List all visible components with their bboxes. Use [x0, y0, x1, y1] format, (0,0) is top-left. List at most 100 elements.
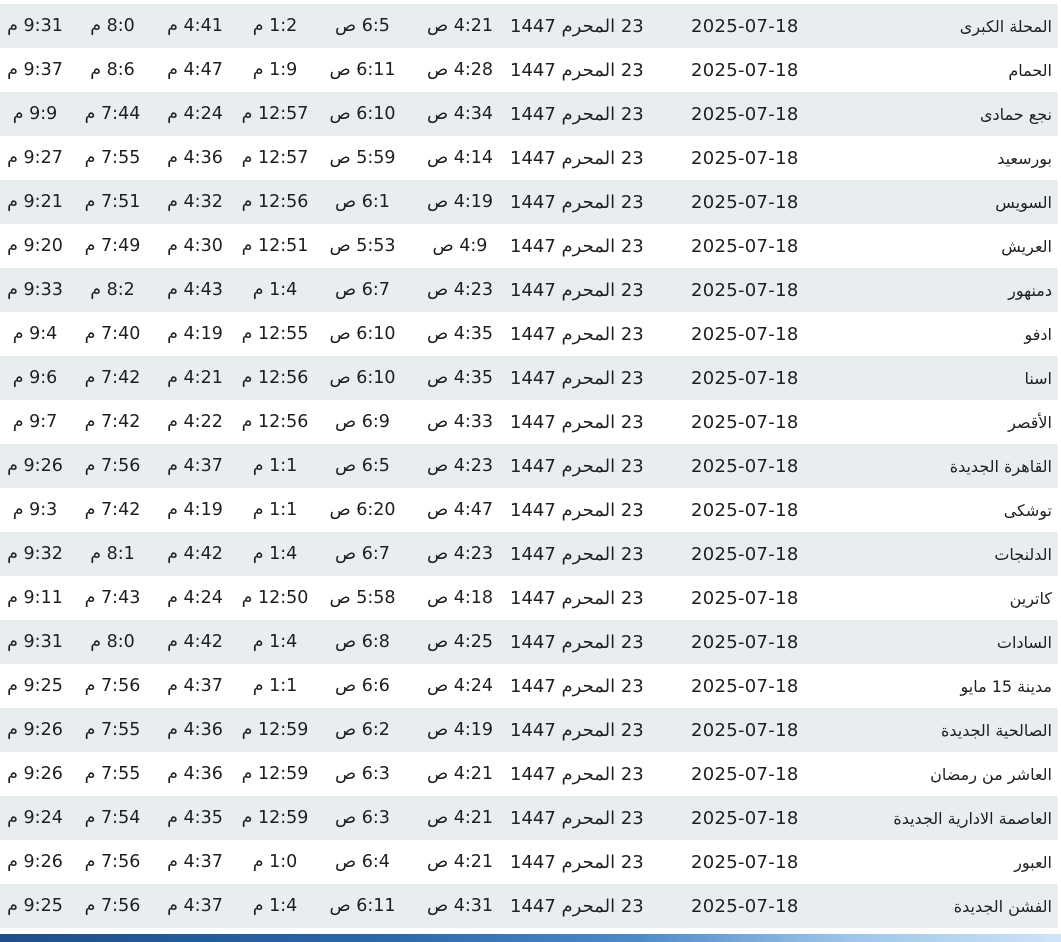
hijri-date: 23 المحرم 1447	[510, 752, 683, 796]
table-row: العاشر من رمضان 2025-07-18 23 المحرم 1447 4…	[0, 752, 1058, 796]
asr-time: 4:36 م	[155, 708, 235, 752]
dhuhr-time: 12:59 م	[235, 796, 315, 840]
gregorian-date: 2025-07-18	[683, 884, 846, 928]
asr-time: 4:36 م	[155, 752, 235, 796]
city-name: الأقصر	[846, 400, 1058, 444]
gregorian-date: 2025-07-18	[683, 840, 846, 884]
city-name: كاترين	[846, 576, 1058, 620]
maghrib-time: 7:55 م	[70, 136, 155, 180]
asr-time: 4:42 م	[155, 620, 235, 664]
dhuhr-time: 1:4 م	[235, 268, 315, 312]
asr-time: 4:21 م	[155, 356, 235, 400]
sunrise-time: 6:8 ص	[315, 620, 410, 664]
isha-time: 9:31 م	[0, 4, 70, 48]
sunrise-time: 6:7 ص	[315, 532, 410, 576]
sunrise-time: 5:58 ص	[315, 576, 410, 620]
maghrib-time: 7:49 م	[70, 224, 155, 268]
isha-time: 9:27 م	[0, 136, 70, 180]
hijri-date: 23 المحرم 1447	[510, 840, 683, 884]
sunrise-time: 6:3 ص	[315, 752, 410, 796]
asr-time: 4:37 م	[155, 840, 235, 884]
maghrib-time: 7:42 م	[70, 488, 155, 532]
asr-time: 4:24 م	[155, 92, 235, 136]
asr-time: 4:42 م	[155, 532, 235, 576]
gregorian-date: 2025-07-18	[683, 268, 846, 312]
hijri-date: 23 المحرم 1447	[510, 444, 683, 488]
maghrib-time: 8:2 م	[70, 268, 155, 312]
table-row: دمنهور 2025-07-18 23 المحرم 1447 4:23 ص 6:7 …	[0, 268, 1058, 312]
isha-time: 9:6 م	[0, 356, 70, 400]
asr-time: 4:32 م	[155, 180, 235, 224]
city-name: اسنا	[846, 356, 1058, 400]
fajr-time: 4:23 ص	[410, 444, 510, 488]
gregorian-date: 2025-07-18	[683, 136, 846, 180]
fajr-time: 4:14 ص	[410, 136, 510, 180]
sunrise-time: 6:10 ص	[315, 312, 410, 356]
city-name: توشكى	[846, 488, 1058, 532]
table-row: العبور 2025-07-18 23 المحرم 1447 4:21 ص 6:4 …	[0, 840, 1058, 884]
sunrise-time: 6:3 ص	[315, 796, 410, 840]
isha-time: 9:26 م	[0, 840, 70, 884]
city-name: بورسعيد	[846, 136, 1058, 180]
dhuhr-time: 12:57 م	[235, 92, 315, 136]
fajr-time: 4:34 ص	[410, 92, 510, 136]
hijri-date: 23 المحرم 1447	[510, 488, 683, 532]
city-name: السويس	[846, 180, 1058, 224]
city-name: الدلنجات	[846, 532, 1058, 576]
fajr-time: 4:28 ص	[410, 48, 510, 92]
fajr-time: 4:21 ص	[410, 796, 510, 840]
dhuhr-time: 12:56 م	[235, 356, 315, 400]
fajr-time: 4:19 ص	[410, 180, 510, 224]
dhuhr-time: 1:4 م	[235, 532, 315, 576]
table-row: مدينة 15 مايو 2025-07-18 23 المحرم 1447 4:2…	[0, 664, 1058, 708]
maghrib-time: 7:56 م	[70, 884, 155, 928]
table-row: العاصمة الادارية الجديدة 2025-07-18 23 الم…	[0, 796, 1058, 840]
table-row: بورسعيد 2025-07-18 23 المحرم 1447 4:14 ص 5:5…	[0, 136, 1058, 180]
hijri-date: 23 المحرم 1447	[510, 312, 683, 356]
sunrise-time: 6:9 ص	[315, 400, 410, 444]
gregorian-date: 2025-07-18	[683, 708, 846, 752]
maghrib-time: 7:54 م	[70, 796, 155, 840]
bottom-accent-bar	[0, 934, 1061, 942]
isha-time: 9:32 م	[0, 532, 70, 576]
hijri-date: 23 المحرم 1447	[510, 576, 683, 620]
dhuhr-time: 12:50 م	[235, 576, 315, 620]
gregorian-date: 2025-07-18	[683, 532, 846, 576]
maghrib-time: 7:55 م	[70, 708, 155, 752]
city-name: الصالحية الجديدة	[846, 708, 1058, 752]
isha-time: 9:4 م	[0, 312, 70, 356]
gregorian-date: 2025-07-18	[683, 356, 846, 400]
hijri-date: 23 المحرم 1447	[510, 48, 683, 92]
isha-time: 9:25 م	[0, 664, 70, 708]
isha-time: 9:26 م	[0, 752, 70, 796]
isha-time: 9:26 م	[0, 708, 70, 752]
maghrib-time: 7:42 م	[70, 356, 155, 400]
dhuhr-time: 1:9 م	[235, 48, 315, 92]
maghrib-time: 7:42 م	[70, 400, 155, 444]
dhuhr-time: 1:2 م	[235, 4, 315, 48]
city-name: الحمام	[846, 48, 1058, 92]
maghrib-time: 7:56 م	[70, 444, 155, 488]
table-row: المحلة الكبرى 2025-07-18 23 المحرم 1447 4:2…	[0, 4, 1058, 48]
asr-time: 4:37 م	[155, 884, 235, 928]
fajr-time: 4:23 ص	[410, 268, 510, 312]
isha-time: 9:7 م	[0, 400, 70, 444]
fajr-time: 4:21 ص	[410, 752, 510, 796]
table-row: اسنا 2025-07-18 23 المحرم 1447 4:35 ص 6:10 ص…	[0, 356, 1058, 400]
isha-time: 9:31 م	[0, 620, 70, 664]
fajr-time: 4:24 ص	[410, 664, 510, 708]
dhuhr-time: 1:4 م	[235, 884, 315, 928]
sunrise-time: 6:20 ص	[315, 488, 410, 532]
fajr-time: 4:9 ص	[410, 224, 510, 268]
city-name: الفشن الجديدة	[846, 884, 1058, 928]
prayer-times-table: المحلة الكبرى 2025-07-18 23 المحرم 1447 4:2…	[0, 4, 1058, 928]
gregorian-date: 2025-07-18	[683, 620, 846, 664]
hijri-date: 23 المحرم 1447	[510, 400, 683, 444]
asr-time: 4:37 م	[155, 664, 235, 708]
sunrise-time: 5:59 ص	[315, 136, 410, 180]
table-row: السويس 2025-07-18 23 المحرم 1447 4:19 ص 6:1 …	[0, 180, 1058, 224]
asr-time: 4:35 م	[155, 796, 235, 840]
city-name: نجع حمادى	[846, 92, 1058, 136]
hijri-date: 23 المحرم 1447	[510, 224, 683, 268]
fajr-time: 4:23 ص	[410, 532, 510, 576]
